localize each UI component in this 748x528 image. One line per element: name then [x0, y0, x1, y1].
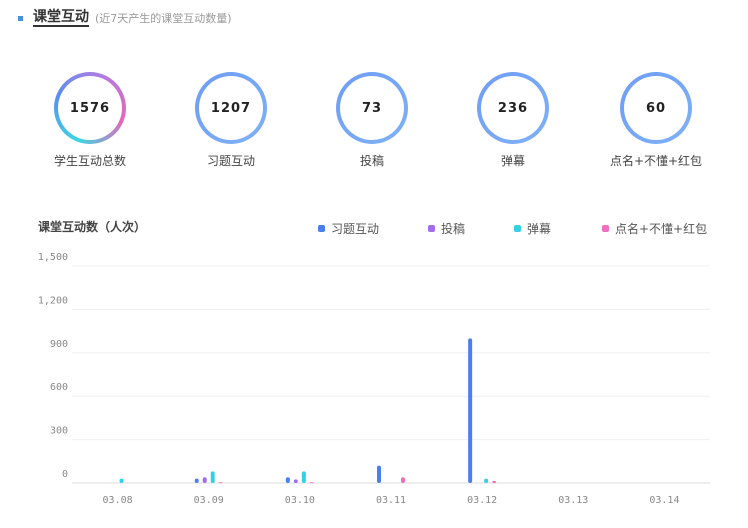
stat-value: 60: [645, 100, 667, 116]
chart-title: 课堂互动数（人次）: [38, 220, 147, 234]
stat-danmaku: 236 弹幕: [463, 72, 563, 169]
stat-label: 弹幕: [500, 154, 525, 168]
legend-label: 习题互动: [331, 222, 380, 236]
legend-label: 投稿: [441, 222, 466, 236]
bar[interactable]: [218, 482, 223, 484]
legend-label: 弹幕: [527, 222, 552, 236]
x-tick-label: 03.13: [558, 495, 588, 506]
stat-label: 习题互动: [206, 154, 255, 168]
legend-item-submissions[interactable]: 投稿: [428, 220, 514, 237]
stat-total-interactions: 1576 学生互动总数: [40, 72, 140, 169]
bar[interactable]: [293, 479, 298, 483]
x-tick-label: 03.11: [376, 495, 406, 506]
y-tick-label: 300: [50, 426, 68, 437]
legend-swatch: [514, 225, 521, 232]
bar[interactable]: [202, 477, 207, 483]
legend-item-rollcall[interactable]: 点名+不懂+红包: [602, 220, 707, 237]
stat-label: 点名+不懂+红包: [609, 154, 703, 168]
legend-swatch: [602, 225, 609, 232]
stat-value: 1576: [69, 100, 111, 116]
y-tick-label: 1,200: [38, 295, 68, 306]
stat-value: 73: [361, 100, 383, 116]
chart-legend: 习题互动 投稿 弹幕 点名+不懂+红包: [318, 220, 707, 237]
stat-submissions: 73 投稿: [322, 72, 422, 169]
bar[interactable]: [194, 478, 199, 483]
section-subtitle: (近7天产生的课堂互动数量): [95, 12, 232, 25]
x-tick-label: 03.08: [103, 495, 133, 506]
stat-exercise-interactions: 1207 习题互动: [181, 72, 281, 169]
bar-chart: 1,500 1,200 900 600 300 0 03.08 03.09 03.10 03.11…: [38, 252, 710, 506]
bar[interactable]: [301, 471, 306, 483]
section-marker: [18, 15, 23, 21]
bar[interactable]: [210, 471, 215, 483]
bar[interactable]: [377, 465, 381, 483]
y-tick-label: 1,500: [38, 252, 68, 263]
stat-label: 投稿: [359, 154, 384, 168]
stat-ring: 236: [477, 72, 549, 144]
y-tick-label: 600: [50, 382, 68, 393]
legend-item-danmaku[interactable]: 弹幕: [514, 220, 602, 237]
bar[interactable]: [285, 477, 290, 483]
bar[interactable]: [119, 478, 124, 483]
legend-swatch: [428, 225, 435, 232]
legend-swatch: [318, 225, 325, 232]
bar[interactable]: [401, 477, 405, 483]
section-title: 课堂互动: [33, 9, 89, 27]
y-tick-label: 900: [50, 339, 68, 350]
bar[interactable]: [468, 338, 473, 483]
x-tick-label: 03.10: [285, 495, 315, 506]
y-tick-label: 0: [62, 469, 68, 480]
stat-value: 236: [497, 100, 529, 116]
stat-rollcall: 60 点名+不懂+红包: [606, 72, 706, 169]
bar[interactable]: [492, 480, 497, 483]
stat-ring: 1207: [195, 72, 267, 144]
legend-item-exercise[interactable]: 习题互动: [318, 220, 428, 237]
stat-ring: 1576: [54, 72, 126, 144]
stat-value: 1207: [210, 100, 252, 116]
x-tick-label: 03.12: [467, 495, 497, 506]
stat-ring: 60: [620, 72, 692, 144]
x-tick-label: 03.09: [194, 495, 224, 506]
stat-ring: 73: [336, 72, 408, 144]
bar[interactable]: [484, 478, 489, 483]
bar[interactable]: [309, 482, 314, 484]
stat-label: 学生互动总数: [53, 154, 126, 168]
x-tick-label: 03.14: [649, 495, 679, 506]
legend-label: 点名+不懂+红包: [615, 222, 708, 236]
section-header: 课堂互动 (近7天产生的课堂互动数量): [18, 8, 232, 28]
